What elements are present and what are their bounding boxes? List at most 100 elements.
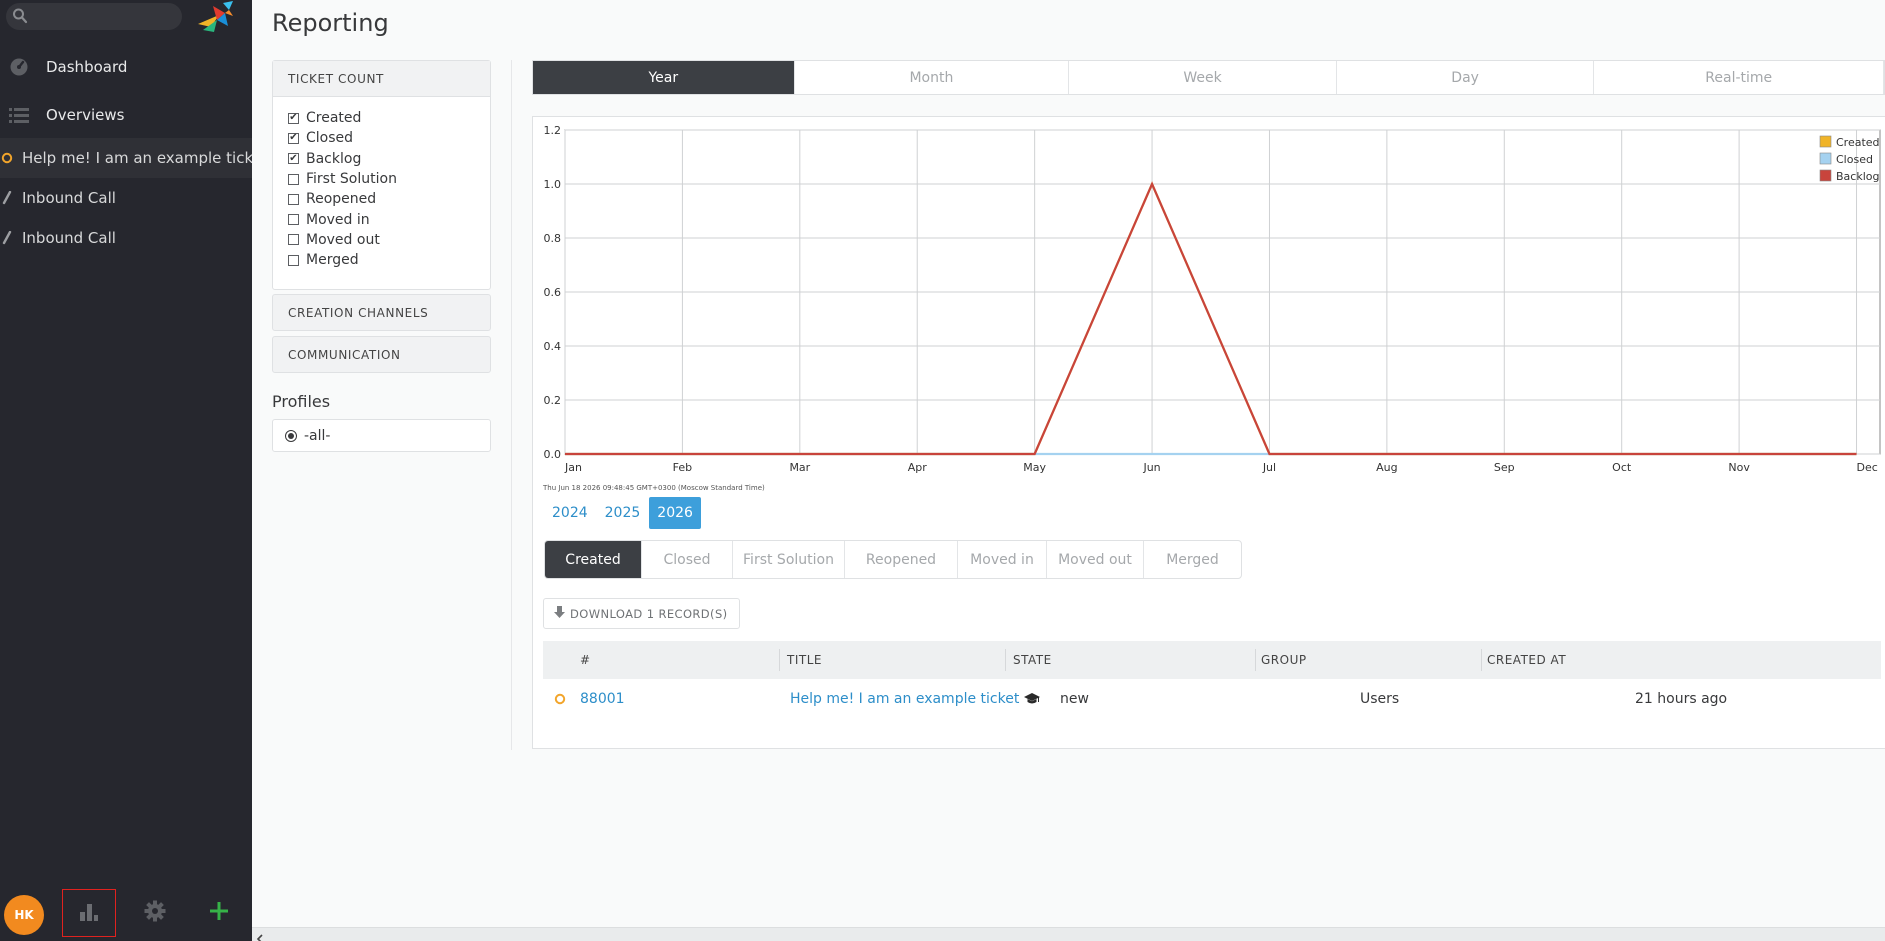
x-tick-label: Mar [789,461,810,474]
profile-label: -all- [304,427,331,444]
ticket-title: Help me! I am an example ticket [790,691,1020,707]
creation-channels-heading[interactable]: CREATION CHANNELS [272,294,491,331]
column-header-number[interactable]: # [580,641,591,679]
ticket-count-option-label: Closed [306,130,354,147]
metric-tab-closed[interactable]: Closed [642,541,733,578]
nav-dashboard-label: Dashboard [46,58,128,76]
column-header-created-at[interactable]: CREATED AT [1487,641,1566,679]
search-input[interactable] [34,6,174,26]
ticket-count-option[interactable]: ✔ Backlog [273,149,490,169]
scroll-left-arrow-icon[interactable] [256,930,264,941]
x-tick-label: Jul [1262,461,1276,474]
checkbox-checked[interactable]: ✔ [288,132,299,144]
sidebar-bottom-bar: HK [0,885,252,941]
column-divider [1005,649,1006,671]
nav-dashboard[interactable]: Dashboard [0,47,252,87]
ticket-count-option[interactable]: ✔ Created [273,108,490,128]
table-row: 88001 Help me! I am an example ticket ne… [543,679,1881,719]
period-tab-day[interactable]: Day [1337,61,1595,94]
checkbox-unchecked[interactable] [288,193,299,205]
checkbox-unchecked[interactable] [288,173,299,185]
ticket-count-option-label: Moved in [306,211,370,228]
x-tick-label: Oct [1612,461,1632,474]
ticket-state: new [1060,691,1089,707]
chart-footnote: Thu Jun 18 2026 09:48:45 GMT+0300 (Mosco… [543,484,765,492]
checkbox-unchecked[interactable] [288,234,299,246]
legend-swatch-backlog [1819,169,1832,182]
ticket-status-circle-icon [1,152,13,164]
y-tick-label: 1.2 [544,124,562,137]
period-tabs: Year Month Week Day Real-time [532,60,1885,95]
y-tick-label: 0.4 [544,340,562,353]
new-ticket-button[interactable] [192,889,246,937]
reporting-button[interactable] [62,889,116,937]
legend-label-created: Created [1836,136,1880,149]
x-tick-label: Apr [908,461,928,474]
column-header-group[interactable]: GROUP [1261,641,1307,679]
year-button-2026[interactable]: 2026 [649,497,701,529]
avatar[interactable]: HK [4,895,44,935]
column-divider [779,649,780,671]
legend-label-backlog: Backlog [1836,170,1879,183]
ticket-count-heading[interactable]: TICKET COUNT [273,61,490,97]
column-divider [1481,649,1482,671]
pencil-icon [1,191,13,205]
period-tab-week[interactable]: Week [1069,61,1337,94]
metric-tab-created[interactable]: Created [545,541,642,578]
metric-tab-reopened[interactable]: Reopened [845,541,958,578]
task-item-inbound-call-2[interactable]: Inbound Call [0,218,252,258]
task-item-label: Help me! I am an example ticket... [22,149,252,167]
nav-overviews[interactable]: Overviews [0,95,252,135]
y-tick-label: 1.0 [544,178,562,191]
ticket-created-at: 21 hours ago [1635,691,1728,707]
x-tick-label: Jun [1142,461,1160,474]
ticket-status-circle-icon [554,679,566,719]
ticket-group: Users [1360,691,1400,707]
horizontal-scrollbar[interactable] [252,927,1885,941]
checkbox-unchecked[interactable] [288,214,299,226]
checkbox-checked[interactable]: ✔ [288,153,299,165]
settings-gear-icon [143,899,167,927]
x-tick-label: May [1023,461,1046,474]
checkbox-unchecked[interactable] [288,254,299,266]
metric-tab-merged[interactable]: Merged [1144,541,1241,578]
table-header: # TITLE STATE GROUP CREATED AT [543,641,1881,679]
settings-button[interactable] [128,889,182,937]
plus-icon [209,901,229,925]
ticket-count-option[interactable]: Merged [273,250,490,270]
ticket-count-option[interactable]: Moved out [273,230,490,250]
ticket-count-option[interactable]: ✔ Closed [273,128,490,148]
metric-tab-first-solution[interactable]: First Solution [733,541,845,578]
ticket-title-link[interactable]: Help me! I am an example ticket [790,679,1041,719]
reporting-icon [78,900,100,926]
search-icon [12,7,28,29]
ticket-count-option[interactable]: First Solution [273,169,490,189]
profile-option-all[interactable]: -all- [272,419,491,452]
period-tab-month[interactable]: Month [795,61,1070,94]
year-button-2024[interactable]: 2024 [544,497,596,529]
task-item-inbound-call-1[interactable]: Inbound Call [0,178,252,218]
ticket-count-option[interactable]: Reopened [273,189,490,209]
download-label: DOWNLOAD 1 RECORD(S) [570,606,728,621]
y-tick-label: 0.0 [544,448,562,461]
search-box[interactable] [6,3,182,30]
year-button-2025[interactable]: 2025 [597,497,649,529]
y-tick-label: 0.8 [544,232,562,245]
metric-tab-moved-out[interactable]: Moved out [1047,541,1144,578]
ticket-count-option[interactable]: Moved in [273,209,490,229]
period-tab-year[interactable]: Year [533,61,795,94]
task-item-example-ticket[interactable]: Help me! I am an example ticket... [0,138,252,178]
column-header-state[interactable]: STATE [1013,641,1052,679]
checkbox-checked[interactable]: ✔ [288,112,299,124]
communication-heading[interactable]: COMMUNICATION [272,336,491,373]
column-header-title[interactable]: TITLE [787,641,822,679]
profile-radio[interactable] [285,429,297,442]
zammad-logo[interactable] [195,0,237,34]
download-records-button[interactable]: DOWNLOAD 1 RECORD(S) [543,598,740,629]
metric-tab-moved-in[interactable]: Moved in [958,541,1047,578]
ticket-number-link[interactable]: 88001 [580,679,625,719]
x-tick-label: Aug [1376,461,1397,474]
x-tick-label: Dec [1857,461,1878,474]
period-tab-real-time[interactable]: Real-time [1594,61,1885,94]
pencil-icon [1,231,13,245]
